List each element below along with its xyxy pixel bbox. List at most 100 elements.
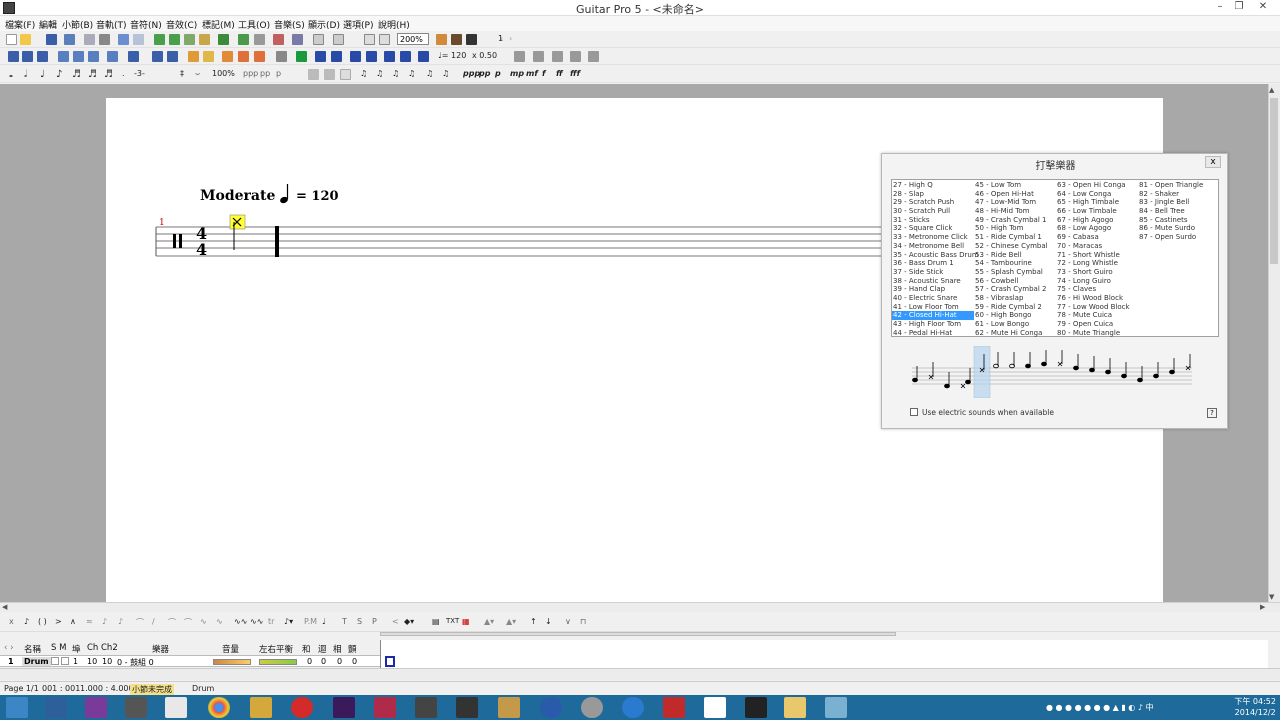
- drum-item[interactable]: 28 - Slap: [892, 190, 974, 199]
- pickup-icon[interactable]: ∨: [565, 617, 571, 626]
- select-icon[interactable]: [238, 34, 249, 45]
- drum-item[interactable]: 63 - Open Hi Conga: [1056, 181, 1138, 190]
- half-note-icon[interactable]: 𝅗𝅥: [24, 69, 27, 80]
- voice2-icon[interactable]: [324, 69, 335, 80]
- app2-icon[interactable]: [498, 697, 520, 718]
- grace-icon[interactable]: ♪▾: [284, 617, 293, 626]
- tie-icon[interactable]: ⌣: [195, 69, 200, 79]
- menu-file[interactable]: 檔案(F): [5, 18, 35, 31]
- vertical-scroll-thumb[interactable]: [1270, 98, 1278, 264]
- scroll-left-icon[interactable]: ◀: [2, 603, 7, 611]
- drum-item[interactable]: 87 - Open Surdo: [1138, 233, 1220, 242]
- repeat-open-icon[interactable]: [58, 51, 69, 62]
- drum-item[interactable]: 73 - Short Guiro: [1056, 268, 1138, 277]
- mask-app-icon[interactable]: [456, 697, 478, 718]
- track-ch2[interactable]: 10: [102, 657, 112, 666]
- voice1-icon[interactable]: [308, 69, 319, 80]
- add-bar-icon[interactable]: [188, 51, 199, 62]
- metronome-icon[interactable]: [350, 51, 361, 62]
- app4-icon[interactable]: [581, 697, 603, 718]
- text-icon[interactable]: TXT: [446, 617, 459, 625]
- insert-icon[interactable]: [154, 34, 165, 45]
- app3-icon[interactable]: [540, 697, 562, 718]
- drum-item[interactable]: 85 - Castinets: [1138, 216, 1220, 225]
- cut-icon[interactable]: [218, 34, 229, 45]
- clock[interactable]: 下午 04:52 2014/12/2: [1234, 696, 1276, 718]
- drum-item[interactable]: 34 - Metronome Bell: [892, 242, 974, 251]
- drum-item[interactable]: 60 - High Bongo: [974, 311, 1056, 320]
- copy-icon[interactable]: [184, 34, 195, 45]
- downstroke-icon[interactable]: ↓: [545, 617, 552, 626]
- drum-item[interactable]: 37 - Side Stick: [892, 268, 974, 277]
- print-preview-icon[interactable]: [84, 34, 95, 45]
- dynamics-pp-icon[interactable]: pp: [260, 69, 270, 78]
- hammer-icon[interactable]: ⌒: [168, 617, 176, 628]
- grace-note4-icon[interactable]: ♫: [408, 69, 415, 78]
- track-tremolo[interactable]: 0: [352, 657, 357, 666]
- guitar-app-icon[interactable]: [415, 697, 437, 718]
- drum-item-selected[interactable]: 42 - Closed Hi-Hat: [892, 311, 974, 320]
- grace-note-icon[interactable]: ♫: [360, 69, 367, 78]
- lock-icon[interactable]: [167, 51, 178, 62]
- track-area-splitter[interactable]: [380, 632, 896, 636]
- pop-icon[interactable]: P: [372, 617, 377, 626]
- chrome-icon[interactable]: [208, 697, 230, 718]
- chord-icon[interactable]: [254, 51, 265, 62]
- rse-icon[interactable]: [451, 34, 462, 45]
- track-port[interactable]: 1: [73, 657, 78, 666]
- screen-view-icon[interactable]: [333, 34, 344, 45]
- explorer-icon[interactable]: [45, 697, 67, 718]
- ghost-note-icon[interactable]: ♪: [24, 617, 29, 626]
- app-icon[interactable]: [250, 697, 272, 718]
- page-view-icon[interactable]: [313, 34, 324, 45]
- slap-icon[interactable]: S: [357, 617, 362, 626]
- play-icon[interactable]: [296, 51, 307, 62]
- wide-vibrato2-icon[interactable]: ∿∿: [250, 617, 263, 626]
- track-row[interactable]: 1 Drum 1 10 10 0 - 鼓組 0 0 0 0 0: [0, 655, 380, 667]
- drum-item[interactable]: 52 - Chinese Cymbal: [974, 242, 1056, 251]
- menu-sound[interactable]: 音樂(S): [274, 18, 305, 31]
- redo-icon[interactable]: [133, 34, 144, 45]
- drum-item[interactable]: 54 - Tambourine: [974, 259, 1056, 268]
- dyn-mf-icon[interactable]: mf: [526, 69, 538, 78]
- go-start-icon[interactable]: [315, 51, 326, 62]
- time-sig-icon[interactable]: [37, 51, 48, 62]
- drum-item[interactable]: 76 - Hi Wood Block: [1056, 294, 1138, 303]
- volume-slider[interactable]: [213, 659, 251, 665]
- drum-item[interactable]: 59 - Ride Cymbal 2: [974, 303, 1056, 312]
- zoom-select[interactable]: 200%: [397, 33, 429, 45]
- track-ch[interactable]: 10: [87, 657, 97, 666]
- new-file-icon[interactable]: [6, 34, 17, 45]
- stacatto-icon[interactable]: ♫: [442, 69, 449, 78]
- loop-icon[interactable]: [276, 51, 287, 62]
- drum-item[interactable]: 32 - Square Click: [892, 224, 974, 233]
- marker-icon[interactable]: [222, 51, 233, 62]
- tap-icon[interactable]: T: [342, 617, 347, 626]
- grace-note2-icon[interactable]: ♫: [376, 69, 383, 78]
- guitarpro-taskbar-icon[interactable]: [125, 697, 147, 718]
- drum-item[interactable]: 45 - Low Tom: [974, 181, 1056, 190]
- drum-item[interactable]: 56 - Cowbell: [974, 277, 1056, 286]
- palm-mute-icon[interactable]: P.M: [304, 617, 317, 626]
- menu-bar-measure[interactable]: 小節(B): [62, 18, 93, 31]
- accent-icon[interactable]: >: [55, 617, 62, 626]
- dyn-f-icon[interactable]: f: [542, 69, 545, 78]
- drum-item[interactable]: 86 - Mute Surdo: [1138, 224, 1220, 233]
- drum-item[interactable]: 72 - Long Whistle: [1056, 259, 1138, 268]
- dyn-p-icon[interactable]: p: [495, 69, 501, 78]
- transpose-down-icon[interactable]: [514, 51, 525, 62]
- go-end-icon[interactable]: [331, 51, 342, 62]
- sixteenth-note-icon[interactable]: ♬: [72, 69, 81, 80]
- alternate-ending-icon[interactable]: [88, 51, 99, 62]
- delete-icon[interactable]: [169, 34, 180, 45]
- mute-checkbox[interactable]: [61, 657, 69, 665]
- fretboard-icon[interactable]: [552, 51, 563, 62]
- drum-item[interactable]: 27 - High Q: [892, 181, 974, 190]
- save-as-icon[interactable]: [64, 34, 75, 45]
- premiere-icon[interactable]: [333, 697, 355, 718]
- drum-item[interactable]: 58 - Vibraslap: [974, 294, 1056, 303]
- upstroke-icon[interactable]: ↑: [530, 617, 537, 626]
- countdown-icon[interactable]: [366, 51, 377, 62]
- electric-sounds-checkbox[interactable]: [910, 408, 918, 416]
- file-icon[interactable]: [165, 697, 187, 718]
